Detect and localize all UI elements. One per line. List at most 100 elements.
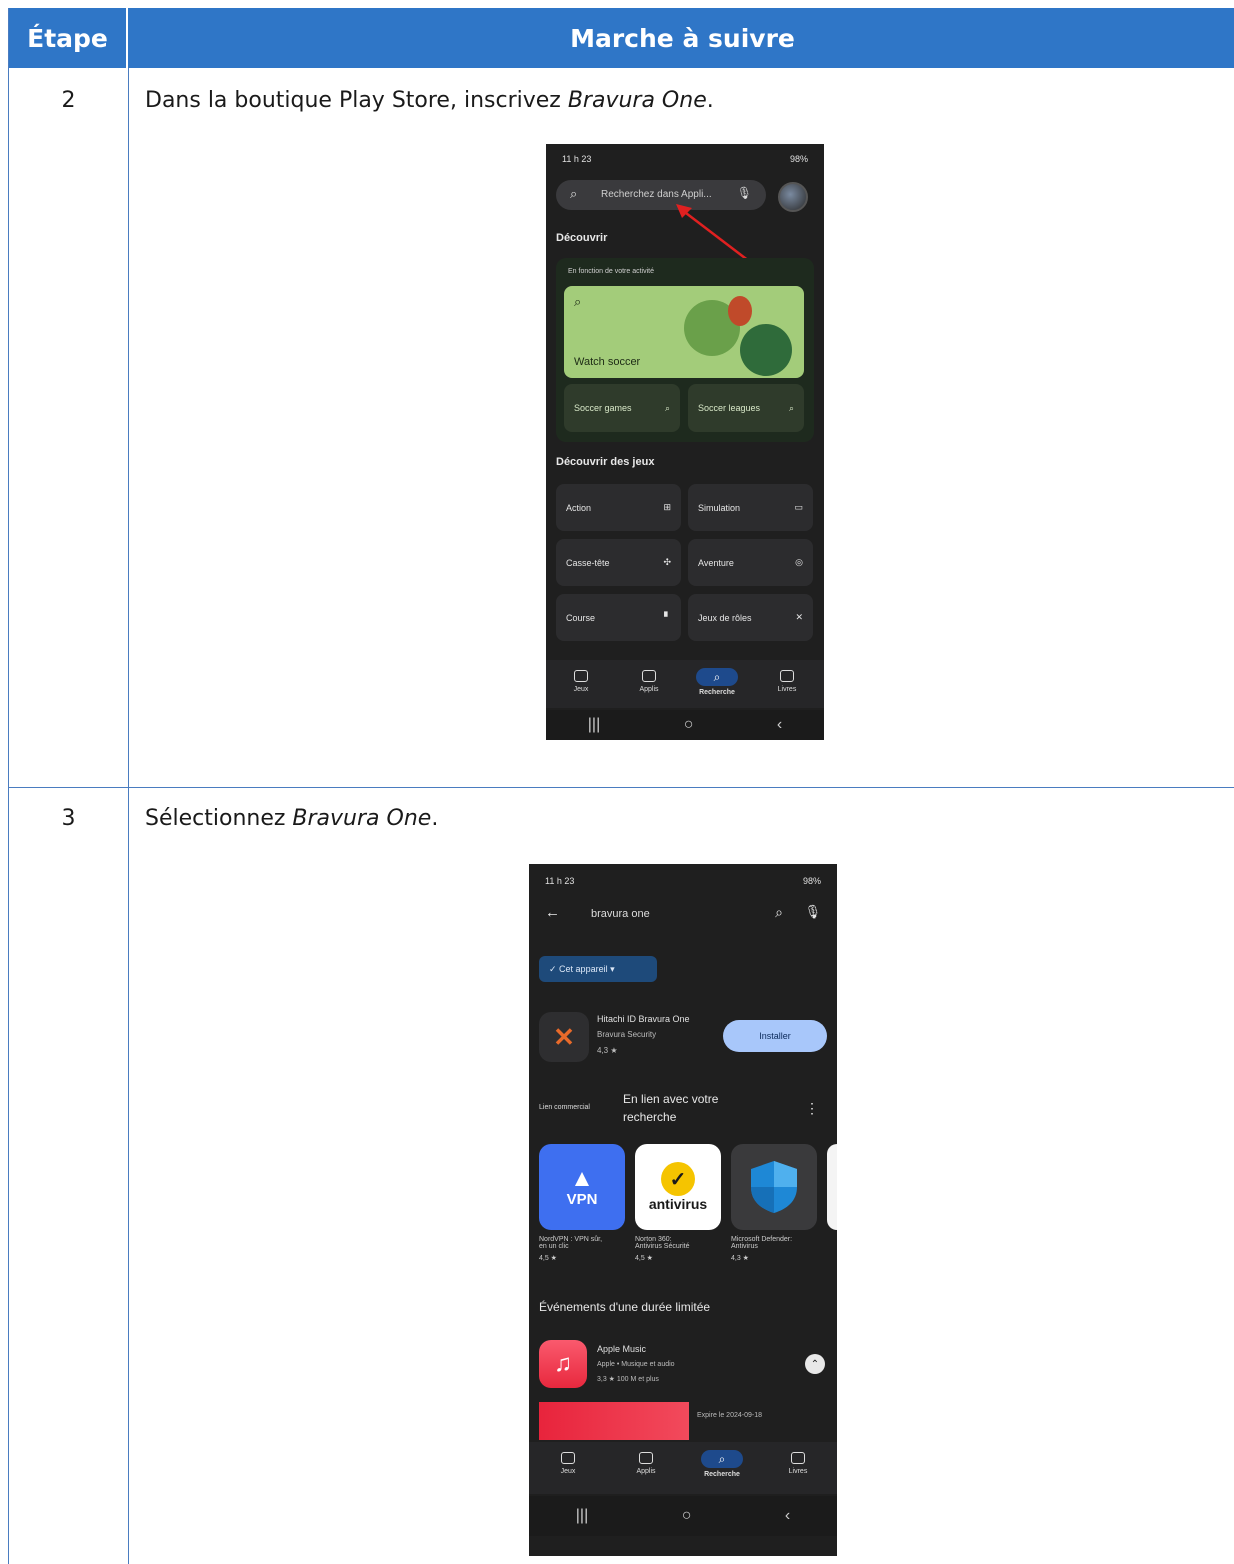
app-name[interactable]: Hitachi ID Bravura One: [597, 1014, 690, 1024]
search-placeholder: Recherchez dans Appli...: [601, 189, 712, 200]
more-options-icon[interactable]: ⋮: [805, 1100, 819, 1117]
golf-illustration: [740, 324, 792, 376]
category-label: Casse-tête: [566, 557, 610, 568]
event-app-name[interactable]: Apple Music: [597, 1344, 646, 1354]
back-icon[interactable]: ‹: [777, 716, 782, 734]
nav-games[interactable]: Jeux: [556, 670, 606, 693]
home-icon[interactable]: ○: [684, 716, 694, 734]
book-icon: [780, 670, 794, 682]
category-action[interactable]: Action ⊞: [556, 484, 681, 531]
nav-label: Jeux: [560, 1468, 576, 1475]
category-rpg[interactable]: Jeux de rôles ✕: [688, 594, 813, 641]
related-app-rating: 4,3 ★: [731, 1255, 749, 1262]
gamepad-icon: ⊞: [663, 502, 671, 512]
nordvpn-icon-label: VPN: [566, 1190, 598, 1208]
vr-icon: ▭: [794, 502, 803, 512]
section-games: Découvrir des jeux: [556, 456, 655, 468]
status-time: 11 h 23: [562, 154, 592, 164]
nav-apps[interactable]: Applis: [621, 1452, 671, 1475]
swords-icon: ✕: [795, 612, 803, 622]
nav-label: Recherche: [699, 689, 735, 696]
step-text-2: Dans la boutique Play Store, inscrivez B…: [145, 88, 714, 113]
related-app-3[interactable]: Microsoft Defender: Antivirus 4,3 ★: [731, 1236, 817, 1262]
nav-label: Applis: [636, 1468, 656, 1475]
chip-soccer-games-label: Soccer games: [574, 403, 632, 413]
nav-search[interactable]: ⌕ Recherche: [692, 668, 742, 696]
bravura-app-icon[interactable]: ✕: [539, 1012, 589, 1062]
check-icon: ✓: [549, 963, 560, 974]
nordvpn-icon[interactable]: ▲ VPN: [539, 1144, 625, 1230]
nav-label: Livres: [788, 1468, 808, 1475]
search-icon: ⌕: [696, 668, 738, 686]
norton-icon-label: antivirus: [648, 1196, 708, 1212]
step-text-3-before: Sélectionnez: [145, 806, 293, 831]
category-puzzle[interactable]: Casse-tête ✣: [556, 539, 681, 586]
install-button[interactable]: Installer: [723, 1020, 827, 1052]
system-nav: ||| ○ ‹: [529, 1496, 837, 1536]
search-icon: ⌕: [701, 1450, 743, 1468]
nav-books[interactable]: Livres: [762, 670, 812, 693]
status-time: 11 h 23: [545, 876, 575, 886]
events-title: Événements d'une durée limitée: [539, 1300, 711, 1314]
apple-music-icon[interactable]: ♫: [539, 1340, 587, 1388]
step-text-2-after: .: [706, 88, 714, 113]
filter-chip-device[interactable]: ✓ Cet appareil ▾: [539, 956, 657, 982]
gamepad-icon: [561, 1452, 575, 1464]
dropdown-icon: ▾: [607, 963, 615, 974]
nav-games[interactable]: Jeux: [543, 1452, 593, 1475]
category-racing[interactable]: Course ▘: [556, 594, 681, 641]
step-text-2-before: Dans la boutique Play Store, inscrivez: [145, 88, 568, 113]
related-app-name: Antivirus: [731, 1243, 758, 1250]
nav-apps[interactable]: Applis: [624, 670, 674, 693]
norton-icon[interactable]: ✓ antivirus: [635, 1144, 721, 1230]
mountain-icon: ▲: [570, 1164, 594, 1192]
status-battery: 98%: [802, 876, 821, 886]
back-arrow-icon[interactable]: ←: [545, 904, 560, 921]
chip-soccer-leagues[interactable]: Soccer leagues ⌕: [688, 384, 804, 432]
book-icon: [791, 1452, 805, 1464]
shield-icon: [751, 1161, 797, 1213]
search-icon: ⌕: [570, 186, 578, 201]
avatar[interactable]: [778, 182, 808, 212]
collapse-icon[interactable]: ⌃: [805, 1354, 825, 1374]
mic-icon[interactable]: 🎙: [804, 904, 821, 920]
header-instructions: Marche à suivre: [570, 23, 795, 53]
recents-icon[interactable]: |||: [588, 716, 600, 734]
related-app-name: Antivirus Sécurité: [635, 1243, 690, 1250]
recents-icon[interactable]: |||: [576, 1507, 588, 1525]
chip-soccer-games[interactable]: Soccer games ⌕: [564, 384, 680, 432]
category-label: Action: [566, 502, 592, 513]
nav-books[interactable]: Livres: [773, 1452, 823, 1475]
related-app-1[interactable]: NordVPN : VPN sûr, en un clic 4,5 ★: [539, 1236, 625, 1262]
related-app-name: Microsoft Defender:: [731, 1236, 793, 1243]
home-icon[interactable]: ○: [682, 1507, 692, 1525]
category-adventure[interactable]: Aventure ◎: [688, 539, 813, 586]
search-icon[interactable]: ⌕: [775, 904, 783, 921]
status-battery: 98%: [789, 154, 808, 164]
play-store-screenshot-1: 11 h 23 98% ⌕ Recherchez dans Appli... 🎙…: [546, 144, 824, 740]
category-simulation[interactable]: Simulation ▭: [688, 484, 813, 531]
step-text-2-italic: Bravura One: [567, 88, 707, 113]
category-label: Jeux de rôles: [698, 612, 752, 623]
apps-icon: [639, 1452, 653, 1464]
step-number-2: 2: [61, 88, 76, 113]
chip-search-icon: ⌕: [664, 402, 670, 413]
bottom-nav: Jeux Applis ⌕ Recherche Livres: [529, 1442, 837, 1494]
related-app-rating: 4,5 ★: [539, 1255, 557, 1262]
compass-icon: ◎: [795, 557, 803, 567]
table-header: Étape Marche à suivre: [9, 8, 1234, 68]
related-app-2[interactable]: Norton 360: Antivirus Sécurité 4,5 ★: [635, 1236, 721, 1262]
search-query[interactable]: bravura one: [591, 908, 650, 920]
event-banner[interactable]: [539, 1402, 689, 1440]
nav-search[interactable]: ⌕ Recherche: [697, 1450, 747, 1478]
back-icon[interactable]: ‹: [785, 1507, 790, 1525]
sponsored-label: Lien commercial: [539, 1104, 590, 1111]
partial-app-icon[interactable]: [827, 1144, 837, 1230]
football-illustration: [728, 296, 752, 326]
defender-icon[interactable]: [731, 1144, 817, 1230]
card-caption: En fonction de votre activité: [568, 268, 654, 275]
system-nav: ||| ○ ‹: [546, 710, 824, 740]
mic-icon[interactable]: 🎙: [737, 186, 752, 200]
watch-soccer-card[interactable]: ⌕ Watch soccer: [564, 286, 804, 378]
section-discover: Découvrir: [556, 232, 608, 244]
